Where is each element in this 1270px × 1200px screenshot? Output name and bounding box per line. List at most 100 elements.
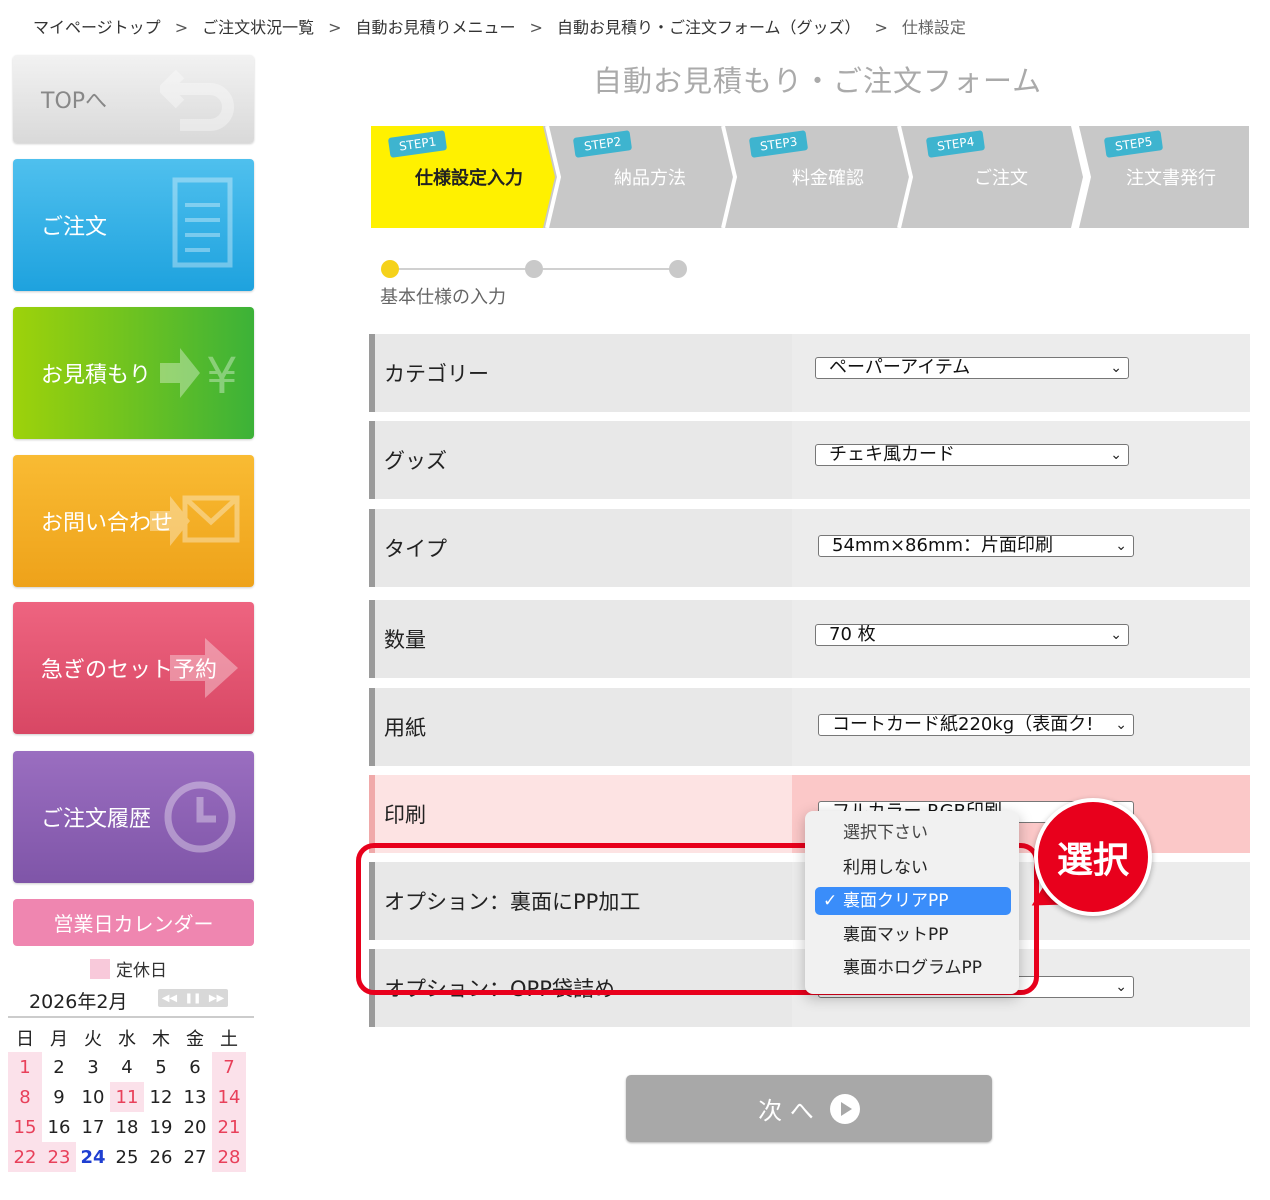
calendar-day: 12	[149, 1086, 173, 1108]
calendar-day-today: 24	[80, 1146, 106, 1168]
checkmark-icon: ✓	[823, 891, 838, 911]
category-select-value: ペーパーアイテム	[829, 357, 971, 378]
breadcrumb-quote-menu[interactable]: 自動お見積りメニュー	[356, 14, 516, 38]
business-calendar-title: 営業日カレンダー	[13, 899, 254, 946]
weekday-fri: 金	[186, 1029, 204, 1050]
calendar-day: 8	[8, 1082, 42, 1112]
calendar-day: 7	[212, 1052, 246, 1082]
dropdown-option[interactable]: 利用しない	[815, 854, 1011, 882]
calendar-day: 2	[53, 1056, 65, 1078]
calendar-day: 5	[155, 1056, 167, 1078]
order-history-button[interactable]: ご注文履歴	[13, 751, 254, 883]
calendar-day: 18	[115, 1116, 139, 1138]
next-button-label: 次 へ	[758, 1097, 814, 1125]
weekday-sat: 土	[220, 1029, 238, 1050]
page-title: 自動お見積もり・ご注文フォーム	[593, 64, 1043, 98]
step5-label: 注文書発行	[1126, 168, 1216, 189]
calendar-day: 6	[189, 1056, 201, 1078]
holiday-legend: 定休日	[90, 956, 167, 981]
quantity-select[interactable]: 70 枚 ⌄	[815, 624, 1129, 646]
pp-option-dropdown[interactable]: 選択下さい 利用しない ✓ 裏面クリアPP 裏面マットPP 裏面ホログラムPP	[805, 811, 1019, 994]
breadcrumb-current: 仕様設定	[901, 18, 966, 37]
svg-text:¥: ¥	[206, 347, 238, 405]
form-row-type: タイプ 54mm×86mm：片面印刷 ⌄	[369, 509, 1250, 587]
calendar-day: 28	[212, 1142, 246, 1172]
category-label: カテゴリー	[384, 362, 489, 386]
calendar-day: 23	[42, 1142, 76, 1172]
form-row-category: カテゴリー ペーパーアイテム ⌄	[369, 334, 1250, 412]
next-month-icon[interactable]: ▶▶	[209, 993, 224, 1004]
goods-select-value: チェキ風カード	[829, 444, 955, 465]
calendar-day: 26	[149, 1146, 173, 1168]
breadcrumb-mypage[interactable]: マイページトップ	[33, 14, 161, 38]
quote-button[interactable]: お見積もり ¥	[13, 307, 254, 439]
chevron-down-icon: ⌄	[1110, 360, 1122, 376]
calendar-day: 21	[212, 1112, 246, 1142]
contact-button[interactable]: お問い合わせ	[13, 455, 254, 587]
calendar-nav[interactable]: ◀◀ ❚❚ ▶▶	[158, 989, 228, 1007]
pause-icon[interactable]: ❚❚	[185, 993, 202, 1004]
calendar-day: 27	[183, 1146, 207, 1168]
dropdown-option-label: 選択下さい	[843, 823, 928, 843]
substep-dot	[525, 260, 543, 278]
breadcrumb: マイページトップ > ご注文状況一覧 > 自動お見積りメニュー > 自動お見積り・ご注文フォ…	[33, 14, 966, 38]
paper-select-value: コートカード紙220kg（表面ク!	[832, 714, 1094, 735]
next-button[interactable]: 次 へ	[626, 1075, 992, 1142]
dropdown-option-label: 裏面マットPP	[843, 925, 949, 945]
rush-reservation-button[interactable]: 急ぎのセット予約	[13, 602, 254, 734]
step4-label: ご注文	[974, 168, 1028, 189]
clock-history-icon	[164, 781, 236, 853]
quantity-select-value: 70 枚	[829, 624, 876, 645]
calendar-divider	[8, 1016, 254, 1018]
type-select-value: 54mm×86mm：片面印刷	[832, 535, 1054, 556]
chevron-down-icon: ⌄	[1110, 447, 1122, 463]
form-row-paper: 用紙 コートカード紙220kg（表面ク! ⌄	[369, 688, 1250, 766]
quantity-label: 数量	[384, 628, 426, 652]
order-history-button-label: ご注文履歴	[41, 807, 152, 832]
breadcrumb-separator: >	[328, 18, 342, 37]
row-marker	[369, 421, 375, 499]
row-marker	[369, 775, 375, 853]
chevron-down-icon: ⌄	[1115, 538, 1127, 554]
breadcrumb-order-form[interactable]: 自動お見積り・ご注文フォーム（グッズ）	[557, 14, 861, 38]
weekday-thu: 木	[152, 1029, 170, 1050]
document-icon	[172, 177, 233, 268]
category-select[interactable]: ペーパーアイテム ⌄	[815, 357, 1129, 379]
top-button[interactable]: TOPへ	[13, 55, 254, 143]
quote-button-label: お見積もり	[41, 363, 152, 388]
goods-select[interactable]: チェキ風カード ⌄	[815, 444, 1129, 466]
row-marker	[369, 509, 375, 587]
dropdown-option-selected[interactable]: ✓ 裏面クリアPP	[815, 887, 1011, 915]
chevron-down-icon: ⌄	[1115, 717, 1127, 733]
calendar-day: 1	[8, 1052, 42, 1082]
breadcrumb-order-status[interactable]: ご注文状況一覧	[202, 14, 314, 38]
calendar-day: 17	[81, 1116, 105, 1138]
type-label: タイプ	[384, 537, 447, 561]
form-row-goods: グッズ チェキ風カード ⌄	[369, 421, 1250, 499]
row-marker	[369, 600, 375, 678]
dropdown-option[interactable]: 選択下さい	[815, 819, 1011, 847]
calendar-day: 3	[87, 1056, 99, 1078]
dropdown-option-label: 裏面ホログラムPP	[843, 958, 982, 978]
step-progress: STEP1 STEP2 STEP3 STEP4 STEP5 仕様設定入力 納品方…	[371, 124, 1249, 230]
weekday-wed: 水	[118, 1029, 136, 1050]
play-circle-icon	[829, 1093, 860, 1124]
weekday-mon: 月	[50, 1029, 68, 1050]
calendar-day: 22	[8, 1142, 42, 1172]
dropdown-option-label: 利用しない	[843, 858, 928, 878]
calendar-day: 10	[81, 1086, 105, 1108]
prev-month-icon[interactable]: ◀◀	[162, 993, 177, 1004]
paper-select[interactable]: コートカード紙220kg（表面ク! ⌄	[818, 714, 1134, 736]
calendar-day: 19	[149, 1116, 173, 1138]
calendar-day: 11	[110, 1082, 144, 1112]
dropdown-option[interactable]: 裏面マットPP	[815, 921, 1011, 949]
step3-label: 料金確認	[792, 168, 864, 189]
weekday-tue: 火	[84, 1029, 102, 1050]
type-select[interactable]: 54mm×86mm：片面印刷 ⌄	[818, 535, 1134, 557]
mail-icon	[150, 495, 240, 546]
dropdown-option[interactable]: 裏面ホログラムPP	[815, 954, 1011, 982]
yen-arrow-icon: ¥	[160, 347, 238, 405]
order-button[interactable]: ご注文	[13, 159, 254, 291]
goods-label: グッズ	[384, 449, 447, 473]
substep-label: 基本仕様の入力	[380, 287, 506, 308]
